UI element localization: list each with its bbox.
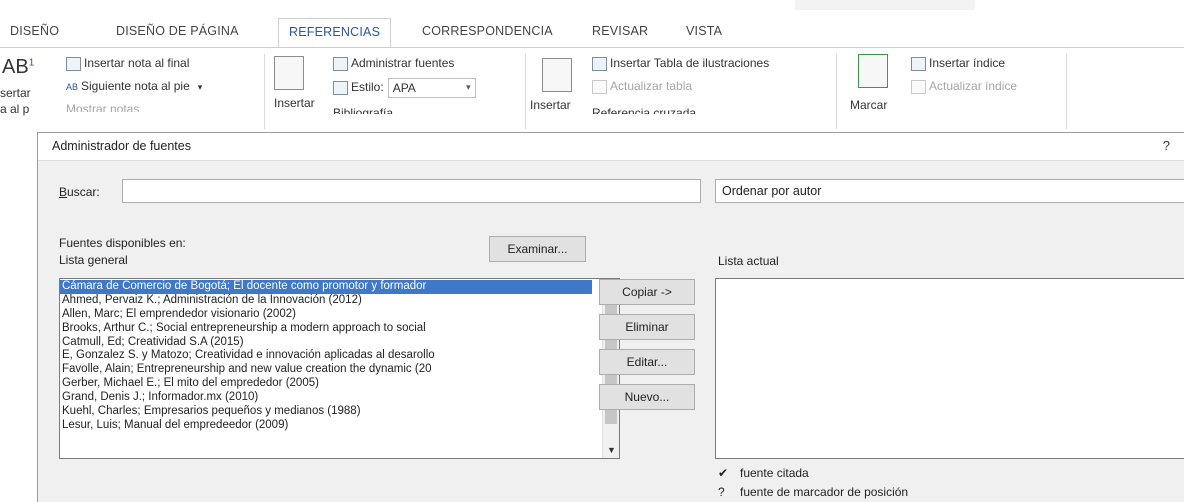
next-footnote-button[interactable]: AB Siguiente nota al pie ▾ [66, 79, 202, 93]
manage-sources-button[interactable]: Administrar fuentes [333, 56, 454, 71]
mark-entry-label[interactable]: Marcar [850, 98, 887, 112]
footnote-icon-super: 1 [28, 57, 35, 69]
update-index-label: Actualizar índice [929, 79, 1018, 93]
insert-table-figures-label: Insertar Tabla de ilustraciones [610, 56, 770, 70]
list-item[interactable]: Gerber, Michael E.; El mito del empreded… [60, 377, 592, 391]
search-input[interactable] [122, 179, 701, 203]
insert-citation-icon[interactable] [274, 56, 304, 90]
bibliography-label: Bibliografía [333, 106, 394, 114]
tab-correspondencia[interactable]: CORRESPONDENCIA [422, 24, 553, 38]
chevron-down-icon[interactable]: ▼ [603, 442, 619, 458]
group-separator [264, 54, 265, 129]
show-notes-label: Mostrar notas [66, 102, 140, 112]
tab-vista[interactable]: VISTA [686, 24, 722, 38]
style-icon [333, 81, 348, 95]
update-table-label: Actualizar tabla [610, 79, 693, 93]
insert-index-label: Insertar índice [929, 56, 1006, 70]
window-title-fragment [795, 0, 975, 10]
delete-button[interactable]: Eliminar [599, 314, 695, 340]
endnote-icon [66, 56, 81, 71]
question-icon: ? [718, 485, 725, 499]
list-item[interactable]: Cámara de Comercio de Bogotá; El docente… [60, 280, 592, 294]
group-separator [1066, 54, 1067, 129]
search-label-text: uscar: [67, 185, 100, 199]
show-notes-button[interactable]: Mostrar notas [66, 102, 139, 112]
search-label-accesskey: B [59, 185, 68, 199]
insert-index-button[interactable]: Insertar índice [911, 56, 1005, 71]
insert-caption-icon[interactable] [542, 58, 572, 92]
browse-button[interactable]: Examinar... [489, 236, 586, 262]
ribbon-tab-bar: DISEÑO DISEÑO DE PÁGINA REFERENCIAS CORR… [0, 0, 1184, 48]
list-item[interactable]: Allen, Marc; El emprendedor visionario (… [60, 308, 592, 322]
chevron-down-icon[interactable]: ▾ [466, 82, 471, 93]
next-footnote-icon: AB [66, 81, 79, 92]
new-button[interactable]: Nuevo... [599, 384, 695, 410]
style-value: APA [392, 81, 416, 95]
search-label: Buscar: [59, 185, 100, 199]
list-item[interactable]: Brooks, Arthur C.; Social entrepreneursh… [60, 322, 592, 336]
current-source-list[interactable] [715, 278, 1184, 459]
update-table-icon [592, 79, 607, 94]
edit-button[interactable]: Editar... [599, 349, 695, 375]
legend-cited-text: fuente citada [740, 466, 809, 480]
insert-footnote-icon[interactable]: AB1 [2, 56, 34, 79]
sort-select[interactable]: Ordenar por autor [715, 179, 1184, 203]
list-item[interactable]: E, Gonzalez S. y Matozo; Creatividad e i… [60, 349, 592, 363]
list-item[interactable]: Grand, Denis J.; Informador.mx (2010) [60, 391, 592, 405]
list-item[interactable]: Kuehl, Charles; Empresarios pequeños y m… [60, 405, 592, 419]
footnote-icon-text: AB [2, 56, 29, 78]
help-button[interactable]: ? [1163, 138, 1170, 153]
master-source-list[interactable]: Cámara de Comercio de Bogotá; El docente… [59, 278, 620, 459]
legend-placeholder: ? fuente de marcador de posición [718, 485, 908, 499]
dialog-title: Administrador de fuentes [52, 139, 191, 153]
manage-sources-icon [333, 56, 348, 71]
update-index-button[interactable]: Actualizar índice [911, 79, 1017, 94]
legend-placeholder-text: fuente de marcador de posición [740, 485, 909, 499]
insert-footnote-label-2: a al p [0, 102, 30, 116]
ribbon-panel: AB1 sertar a al p Insertar nota al final… [0, 47, 1184, 132]
list-item[interactable]: Favolle, Alain; Entrepreneurship and new… [60, 363, 592, 377]
insert-endnote-button[interactable]: Insertar nota al final [66, 56, 189, 71]
list-item[interactable]: Ahmed, Pervaiz K.; Administración de la … [60, 294, 592, 308]
current-list-label: Lista actual [718, 254, 779, 268]
style-select[interactable]: APA ▾ [387, 78, 476, 98]
legend-cited: ✔ fuente citada [718, 466, 809, 480]
tab-diseno-de-pagina[interactable]: DISEÑO DE PÁGINA [116, 24, 239, 38]
dialog-titlebar [38, 133, 1184, 161]
copy-button[interactable]: Copiar -> [599, 279, 695, 305]
cross-reference-button[interactable]: Referencia cruzada [592, 106, 696, 114]
next-footnote-label: Siguiente nota al pie [81, 79, 190, 93]
update-table-button[interactable]: Actualizar tabla [592, 79, 692, 94]
cross-reference-label: Referencia cruzada [592, 106, 697, 114]
insert-citation-label[interactable]: Insertar [274, 96, 315, 110]
list-item[interactable]: Catmull, Ed; Creatividad S.A (2015) [60, 336, 592, 350]
tab-diseno[interactable]: DISEÑO [10, 24, 59, 38]
master-source-rows: Cámara de Comercio de Bogotá; El docente… [60, 280, 592, 433]
chevron-down-icon[interactable]: ▾ [198, 82, 203, 92]
tab-revisar[interactable]: REVISAR [592, 24, 648, 38]
group-separator [525, 54, 526, 129]
check-icon: ✔ [718, 466, 729, 480]
tab-referencias[interactable]: REFERENCIAS [278, 18, 392, 48]
group-separator [836, 54, 837, 129]
table-figures-icon [592, 56, 607, 71]
style-label: Estilo: [351, 80, 384, 95]
available-in-label: Fuentes disponibles en: [59, 236, 186, 250]
list-item[interactable]: Lesur, Luis; Manual del empredeedor (200… [60, 419, 592, 433]
insert-endnote-label: Insertar nota al final [84, 56, 190, 70]
master-list-label: Lista general [59, 253, 128, 267]
insert-footnote-label[interactable]: sertar [0, 86, 31, 100]
mark-entry-icon[interactable] [858, 54, 888, 88]
insert-table-figures-button[interactable]: Insertar Tabla de ilustraciones [592, 56, 769, 71]
insert-index-icon [911, 56, 926, 71]
manage-sources-label: Administrar fuentes [351, 56, 455, 70]
bibliography-button[interactable]: Bibliografía [333, 106, 393, 114]
style-group: Estilo: APA ▾ [333, 78, 476, 98]
insert-caption-label[interactable]: Insertar [530, 98, 571, 112]
update-index-icon [911, 79, 926, 94]
source-manager-dialog: Administrador de fuentes ? Buscar: Orden… [37, 132, 1184, 502]
